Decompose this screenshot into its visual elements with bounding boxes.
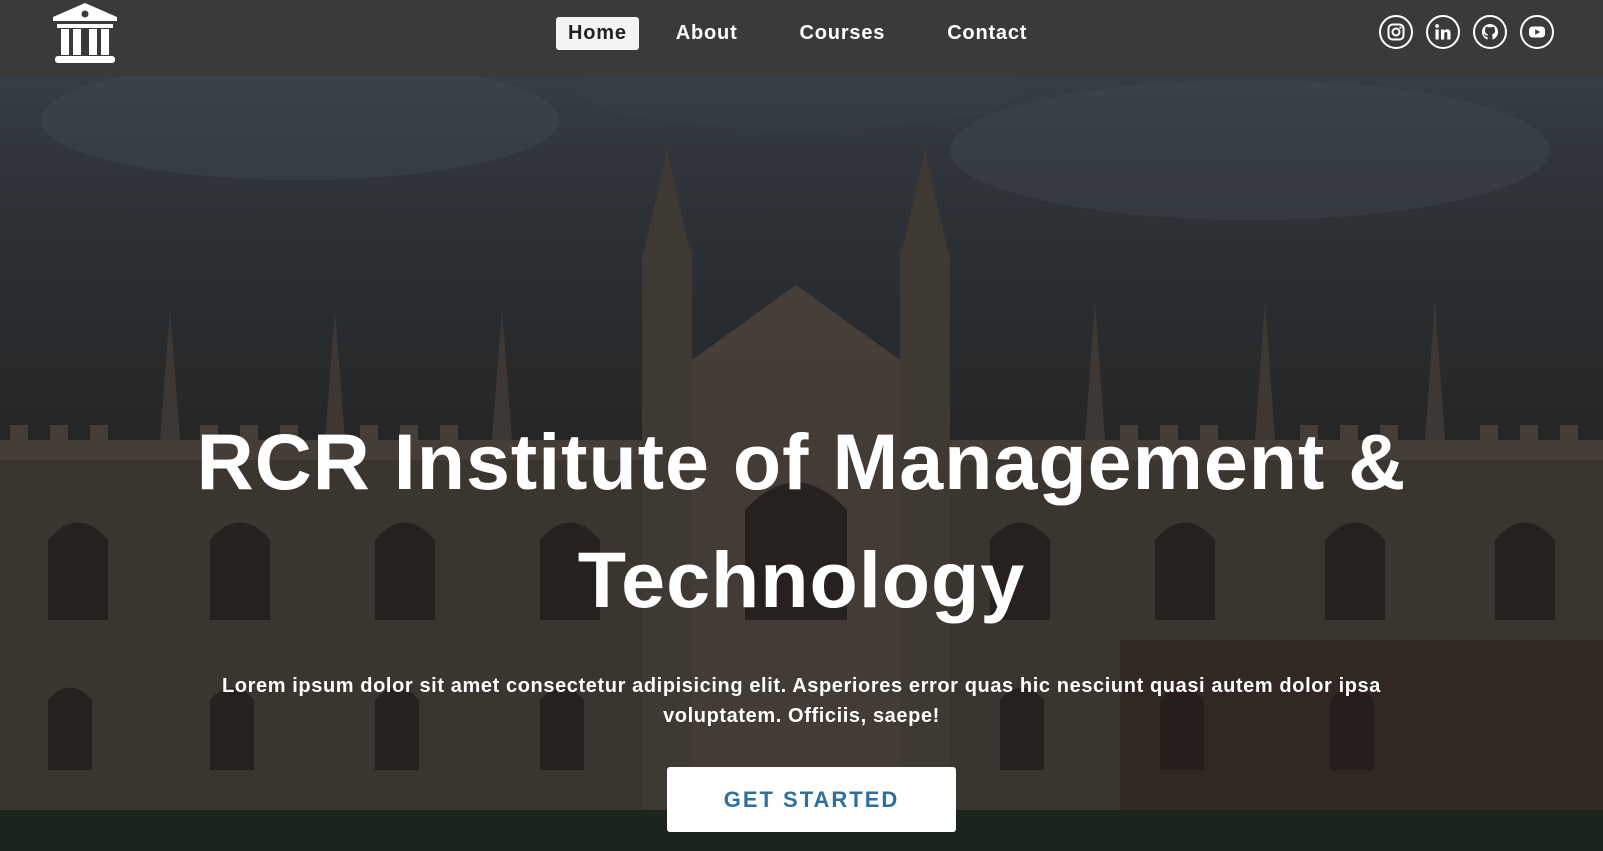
instagram-icon[interactable] — [1379, 15, 1413, 49]
hero-subtitle: Lorem ipsum dolor sit amet consectetur a… — [221, 675, 1382, 727]
youtube-icon[interactable] — [1520, 15, 1554, 49]
nav-link-about[interactable]: About — [664, 17, 750, 50]
nav-link-contact[interactable]: Contact — [935, 17, 1039, 50]
social-links — [1379, 15, 1554, 49]
hero-title: RCR Institute of Management & Technology — [196, 417, 1407, 624]
nav-link-home[interactable]: Home — [556, 17, 639, 50]
nav-link-courses[interactable]: Courses — [788, 17, 898, 50]
navbar: Home About Courses Contact — [0, 0, 1603, 76]
institution-building-icon[interactable] — [53, 3, 117, 65]
linkedin-icon[interactable] — [1426, 15, 1460, 49]
nav-links: Home About Courses Contact — [556, 17, 1039, 50]
github-icon[interactable] — [1473, 15, 1507, 49]
hero-content: RCR Institute of Management & Technology… — [0, 0, 1603, 851]
get-started-button[interactable]: GET STARTED — [667, 767, 956, 832]
